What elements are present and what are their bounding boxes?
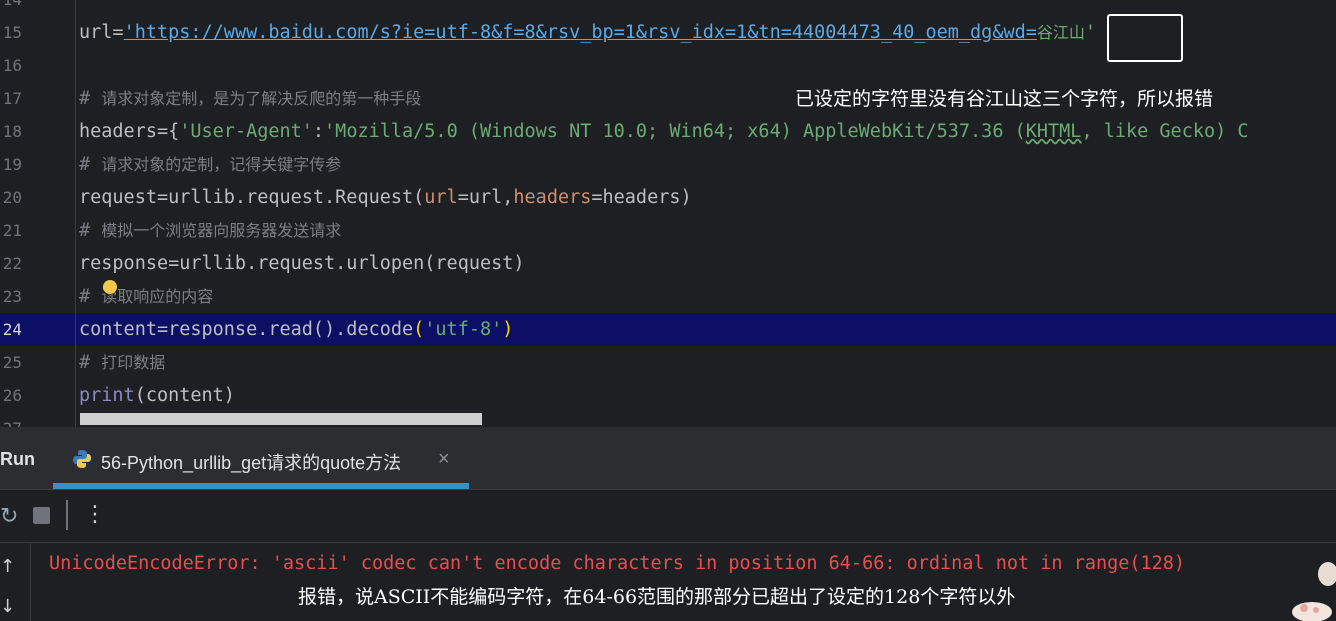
- line-number: 19: [2, 155, 22, 174]
- annotation-note: 已设定的字符里没有谷江山这三个字符，所以报错: [795, 88, 1214, 110]
- line-number: 18: [2, 122, 22, 141]
- run-tab-label: 56-Python_urllib_get请求的quote方法: [101, 453, 402, 473]
- comment-hash: #: [79, 352, 102, 373]
- code-token: headers={: [79, 121, 180, 142]
- comment-text: 打印数据: [101, 353, 166, 372]
- line-number: 26: [2, 386, 22, 405]
- url-link[interactable]: 'https://www.baidu.com/s?ie=utf-8&f=8&rs…: [124, 22, 1037, 43]
- code-token: 'utf-8': [424, 319, 503, 340]
- more-options-icon[interactable]: ⋮: [84, 502, 106, 527]
- comment-hash: #: [79, 154, 102, 175]
- code-token: , like Gecko) C: [1081, 121, 1249, 142]
- annotation-highlight-box: [1107, 14, 1183, 62]
- code-token: 谷江山: [1036, 23, 1085, 42]
- arrow-up-icon[interactable]: ↑: [0, 556, 15, 577]
- code-line[interactable]: 18 headers={'User-Agent':'Mozilla/5.0 (W…: [0, 115, 1336, 148]
- line-number: 15: [2, 23, 22, 42]
- code-token: 'Mozilla/5.0 (Windows NT 10.0; Win64; x6…: [324, 121, 1026, 142]
- code-token: 'User-Agent': [179, 121, 313, 142]
- comment-text: 读取响应的内容: [101, 287, 214, 306]
- code-token: (content): [134, 385, 235, 406]
- code-token: headers: [513, 187, 592, 208]
- comment-hash: #: [79, 88, 102, 109]
- line-number: 14: [0, 0, 22, 16]
- code-token: =headers): [591, 187, 692, 208]
- line-number: 17: [2, 89, 22, 108]
- code-token: request=urllib.request.Request(: [79, 187, 425, 208]
- mascot-sticker-icon: [1292, 562, 1336, 621]
- code-editor[interactable]: 14 15 url='https://www.baidu.com/s?ie=ut…: [0, 0, 1336, 427]
- toolbar-separator: [66, 500, 68, 530]
- run-panel-title: Run: [0, 449, 35, 469]
- line-number: 22: [2, 254, 22, 273]
- code-token: =url,: [457, 187, 514, 208]
- code-token: url=: [79, 22, 124, 43]
- lightbulb-icon[interactable]: [103, 280, 117, 294]
- active-tab-indicator: [53, 483, 469, 489]
- code-line[interactable]: 19 # 请求对象的定制，记得关键字传参: [0, 148, 1336, 181]
- comment-text: 模拟一个浏览器向服务器发送请求: [101, 221, 342, 240]
- code-token: print: [79, 385, 135, 406]
- code-token: ): [502, 319, 514, 340]
- comment-text: 请求对象定制，是为了解决反爬的第一种手段: [101, 89, 422, 108]
- comment-hash: #: [79, 286, 102, 307]
- code-token: ': [1084, 22, 1097, 43]
- close-icon[interactable]: ×: [438, 448, 450, 471]
- console-gutter-divider: [30, 543, 31, 621]
- line-number: 20: [2, 188, 22, 207]
- arrow-down-icon[interactable]: ↓: [0, 596, 15, 617]
- code-line[interactable]: 25 # 打印数据: [0, 346, 1336, 379]
- code-token: KHTML: [1025, 121, 1082, 142]
- line-number: 25: [2, 353, 22, 372]
- run-toolbar: [0, 490, 1336, 543]
- code-token: response=urllib.request.urlopen(request): [79, 253, 525, 274]
- gutter-divider: [75, 0, 76, 427]
- stop-icon[interactable]: [33, 507, 50, 524]
- code-token: :: [312, 121, 325, 142]
- horizontal-scrollbar[interactable]: [80, 413, 482, 425]
- code-line[interactable]: 20 request=urllib.request.Request(url=ur…: [0, 181, 1336, 214]
- comment-hash: #: [79, 220, 102, 241]
- code-token: content=response.read().decode: [79, 319, 414, 340]
- annotation-note: 报错，说ASCII不能编码字符，在64-66范围的那部分已超出了设定的128个字…: [298, 586, 1016, 608]
- code-line-current[interactable]: 24 content=response.read().decode('utf-8…: [0, 313, 1336, 346]
- python-icon: [73, 450, 91, 468]
- code-line[interactable]: 23 # 读取响应的内容: [0, 280, 1336, 313]
- code-line[interactable]: 22 response=urllib.request.urlopen(reque…: [0, 247, 1336, 280]
- line-number: 27: [0, 412, 22, 427]
- comment-text: 请求对象的定制，记得关键字传参: [101, 155, 342, 174]
- line-number: 24: [2, 320, 22, 339]
- code-token: url: [424, 187, 458, 208]
- code-token: (: [413, 319, 425, 340]
- line-number: 23: [2, 287, 22, 306]
- code-line[interactable]: 21 # 模拟一个浏览器向服务器发送请求: [0, 214, 1336, 247]
- code-line[interactable]: 26 print(content): [0, 379, 1336, 412]
- error-message: UnicodeEncodeError: 'ascii' codec can't …: [49, 553, 1186, 574]
- line-number: 16: [2, 56, 22, 75]
- line-number: 21: [2, 221, 22, 240]
- rerun-icon[interactable]: ↻: [0, 504, 18, 529]
